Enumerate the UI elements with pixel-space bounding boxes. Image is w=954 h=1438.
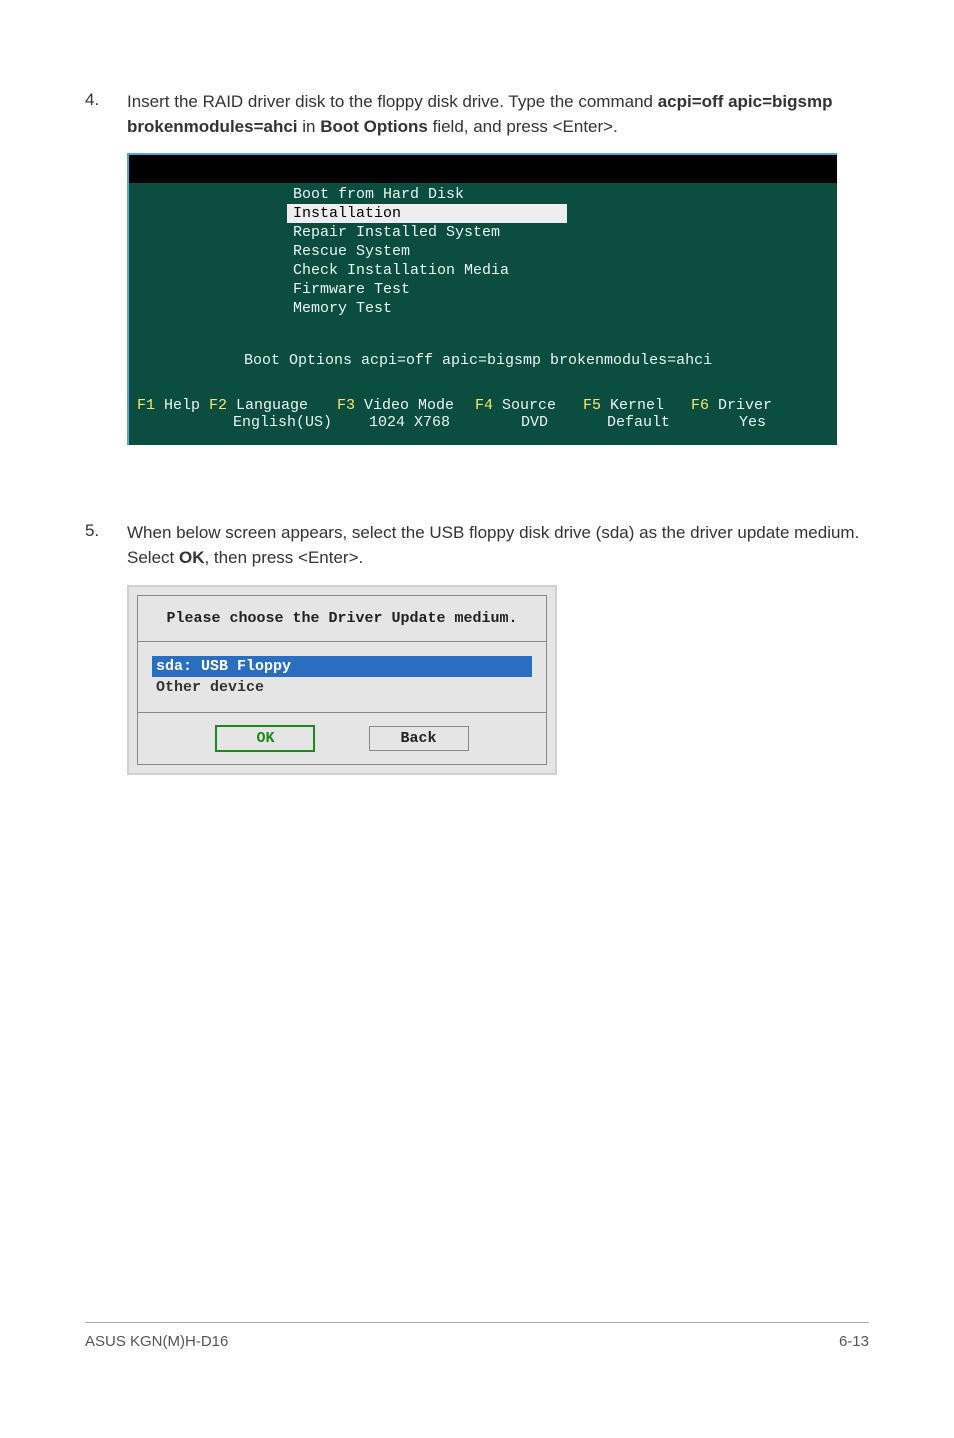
boot-menu-item-5[interactable]: Firmware Test <box>287 280 837 299</box>
fkey-f5[interactable]: F5 Kernel Default <box>583 397 691 431</box>
step5-end: , then press <Enter>. <box>204 548 363 567</box>
step-4: 4. Insert the RAID driver disk to the fl… <box>85 90 869 139</box>
f2-label: Language <box>236 397 308 414</box>
boot-menu-item-1[interactable]: Installation <box>287 204 567 223</box>
footer-right: 6-13 <box>839 1333 869 1350</box>
fkey-f6[interactable]: F6 Driver Yes <box>691 397 783 431</box>
step5-bold: OK <box>179 548 205 567</box>
boot-menu-item-6[interactable]: Memory Test <box>287 299 837 318</box>
f5-key: F5 <box>583 397 601 414</box>
boot-menu: Boot from Hard Disk Installation Repair … <box>129 183 837 318</box>
fkey-f2[interactable]: F2 Language English(US) <box>209 397 337 431</box>
footer-left: ASUS KGN(M)H-D16 <box>85 1333 228 1350</box>
ok-button[interactable]: OK <box>215 725 315 752</box>
boot-menu-item-0[interactable]: Boot from Hard Disk <box>287 185 837 204</box>
dialog-title: Please choose the Driver Update medium. <box>137 595 547 642</box>
boot-menu-item-4[interactable]: Check Installation Media <box>287 261 837 280</box>
f4-key: F4 <box>475 397 493 414</box>
step-4-number: 4. <box>85 90 127 139</box>
dialog-item-0[interactable]: sda: USB Floppy <box>152 656 532 677</box>
f1-key: F1 <box>137 397 155 414</box>
step-5: 5. When below screen appears, select the… <box>85 521 869 570</box>
boot-menu-item-2[interactable]: Repair Installed System <box>287 223 837 242</box>
boot-menu-item-1-wrap[interactable]: Installation <box>287 204 837 223</box>
f4-sub: DVD <box>475 414 583 431</box>
f3-key: F3 <box>337 397 355 414</box>
back-button[interactable]: Back <box>369 726 469 751</box>
boot-screen: Boot from Hard Disk Installation Repair … <box>127 153 837 445</box>
boot-menu-item-3[interactable]: Rescue System <box>287 242 837 261</box>
f5-sub: Default <box>583 414 691 431</box>
dialog-list: sda: USB Floppy Other device <box>137 642 547 713</box>
page-footer: ASUS KGN(M)H-D16 6-13 <box>85 1322 869 1350</box>
f1-label: Help <box>164 397 200 414</box>
fkey-f4[interactable]: F4 Source DVD <box>475 397 583 431</box>
f6-label: Driver <box>718 397 772 414</box>
f3-sub: 1024 X768 <box>337 414 475 431</box>
f6-sub: Yes <box>691 414 783 431</box>
step4-mid: in <box>298 117 321 136</box>
step4-pre: Insert the RAID driver disk to the flopp… <box>127 92 658 111</box>
f6-key: F6 <box>691 397 709 414</box>
f3-label: Video Mode <box>364 397 454 414</box>
step4-bold2: Boot Options <box>320 117 428 136</box>
f5-label: Kernel <box>610 397 664 414</box>
f4-label: Source <box>502 397 556 414</box>
step-4-text: Insert the RAID driver disk to the flopp… <box>127 90 869 139</box>
dialog-buttons: OK Back <box>137 713 547 765</box>
step-5-number: 5. <box>85 521 127 570</box>
f2-sub: English(US) <box>209 414 337 431</box>
step4-end: field, and press <Enter>. <box>428 117 618 136</box>
f2-key: F2 <box>209 397 227 414</box>
fkey-f1[interactable]: F1 Help <box>137 397 209 431</box>
dialog-item-1[interactable]: Other device <box>152 677 532 698</box>
boot-options-line[interactable]: Boot Options acpi=off apic=bigsmp broken… <box>129 318 837 393</box>
driver-update-dialog: Please choose the Driver Update medium. … <box>127 585 557 775</box>
fkey-f3[interactable]: F3 Video Mode 1024 X768 <box>337 397 475 431</box>
boot-topbar <box>129 155 837 183</box>
step-5-text: When below screen appears, select the US… <box>127 521 869 570</box>
boot-fkeys: F1 Help F2 Language English(US) F3 Video… <box>129 393 837 437</box>
